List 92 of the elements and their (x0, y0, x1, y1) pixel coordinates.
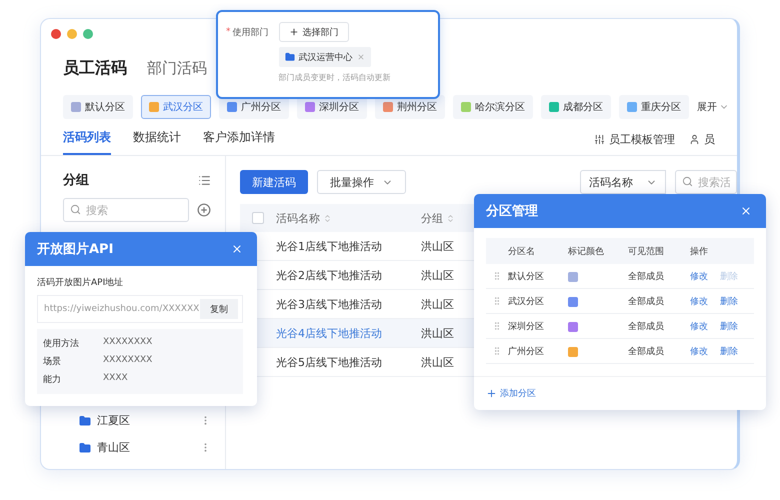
edit-link[interactable]: 修改 (690, 294, 708, 308)
copy-button[interactable]: 复制 (200, 299, 238, 319)
edit-link[interactable]: 修改 (690, 344, 708, 358)
list-tab[interactable]: 客户添加详情 (203, 129, 275, 155)
table-cell: 洪山区 (421, 326, 454, 340)
column-header: 分组 (421, 210, 443, 226)
table-cell-text: 光谷5店线下地推活动 (276, 354, 383, 370)
dialog-title: 分区管理 (486, 203, 538, 220)
folder-icon (79, 414, 91, 426)
partition-chip[interactable]: 成都分区 (541, 95, 611, 119)
folder-icon (79, 442, 91, 454)
drag-handle-icon[interactable] (492, 296, 502, 306)
page-tab[interactable]: 部门活码 (147, 58, 207, 78)
toolbar-link[interactable]: 员工模板管理 (594, 132, 675, 147)
toolbar-link[interactable]: 员 (689, 132, 715, 147)
table-cell-text: 武汉分区 (508, 296, 545, 308)
batch-dropdown[interactable]: 批量操作 (317, 170, 406, 194)
list-tab[interactable]: 数据统计 (133, 129, 181, 155)
group-item[interactable]: 青山区 (97, 440, 130, 455)
edit-link[interactable]: 修改 (690, 270, 708, 282)
partition-chip[interactable]: 武汉分区 (141, 95, 211, 119)
info-key: 能力 (43, 373, 103, 386)
close-icon[interactable] (231, 243, 243, 255)
column-header: 标记颜色 (568, 246, 605, 258)
table-cell-text: 光谷1店线下地推活动 (276, 238, 383, 254)
required-mark: * (226, 27, 230, 37)
add-icon[interactable] (197, 203, 211, 217)
table-cell-text: 光谷2店线下地推活动 (276, 268, 383, 282)
column-header: 操作 (690, 246, 709, 258)
table-cell-text: 全部成员 (628, 296, 665, 308)
checkbox[interactable] (252, 212, 264, 224)
table-cell-text: 广州分区 (508, 346, 545, 358)
column-header: 分区名 (508, 246, 536, 258)
select-department-button[interactable]: 选择部门 (278, 22, 348, 42)
dialog-title: 开放图片API (37, 241, 114, 258)
field-label: 使用部门 (232, 26, 268, 38)
table-cell-text: 默认分区 (508, 270, 545, 282)
delete-link[interactable]: 删除 (720, 344, 738, 358)
hint-text: 部门成员变更时，活码自动更新 (278, 72, 392, 83)
table-cell-text: 光谷3店线下地推活动 (276, 296, 383, 312)
expand-button[interactable]: 展开 (697, 95, 729, 119)
drag-handle-icon[interactable] (492, 271, 502, 281)
table-cell-text: 深圳分区 (508, 320, 545, 332)
close-icon[interactable] (740, 205, 752, 217)
plus-icon (288, 27, 298, 37)
drag-handle-icon[interactable] (492, 346, 502, 356)
column-header: 可见范围 (628, 246, 665, 258)
list-tab[interactable]: 活码列表 (63, 129, 111, 155)
group-item[interactable]: 江夏区 (97, 413, 130, 428)
minimize-dot-icon[interactable] (67, 29, 77, 39)
drag-handle-icon[interactable] (492, 321, 502, 331)
search-icon (70, 204, 81, 215)
info-value: XXXXXXXX (103, 337, 154, 349)
table-cell-text: 全部成员 (628, 270, 665, 282)
table-cell-text: 全部成员 (628, 346, 665, 358)
table-cell-text: 全部成员 (628, 320, 665, 332)
sort-icon[interactable] (446, 214, 455, 222)
table-cell: 洪山区 (421, 268, 454, 282)
group-title: 分组 (63, 172, 89, 189)
table-cell: 洪山区 (421, 354, 454, 370)
department-tag: 武汉运营中心 (278, 47, 370, 67)
partition-chip[interactable]: 哈尔滨分区 (453, 95, 533, 119)
delete-link[interactable]: 删除 (720, 294, 738, 308)
new-code-button[interactable]: 新建活码 (240, 170, 308, 194)
partition-chip[interactable]: 重庆分区 (619, 95, 689, 119)
info-value: XXXXXXXX (103, 355, 154, 367)
list-icon[interactable] (198, 174, 211, 186)
folder-icon (284, 52, 294, 62)
info-key: 使用方法 (43, 337, 103, 350)
info-value: XXXX (103, 373, 129, 385)
close-icon[interactable] (356, 53, 364, 61)
plus-icon (486, 388, 497, 399)
field-label: 活码开放图片API地址 (37, 276, 124, 289)
search-icon (682, 176, 693, 187)
add-partition-link[interactable]: 添加分区 (500, 387, 536, 400)
page-tab[interactable]: 员工活码 (63, 58, 127, 78)
person-icon (689, 134, 700, 145)
maximize-dot-icon[interactable] (83, 29, 93, 39)
info-key: 场景 (43, 355, 103, 368)
delete-link[interactable]: 删除 (720, 320, 738, 332)
table-cell: 洪山区 (421, 238, 454, 254)
sort-icon[interactable] (323, 214, 332, 222)
partition-chip[interactable]: 默认分区 (63, 95, 133, 119)
column-header: 活码名称 (276, 210, 320, 226)
table-cell: 洪山区 (421, 296, 454, 312)
filter-select[interactable]: 活码名称 (580, 170, 666, 194)
table-cell-text: 光谷4店线下地推活动 (276, 326, 383, 340)
search-field[interactable]: 搜索 (63, 198, 189, 222)
edit-link[interactable]: 修改 (690, 320, 708, 332)
url-field[interactable]: https://yiweizhushou.com/XXXXXX 复制 (37, 295, 243, 323)
sliders-icon (594, 134, 605, 145)
close-dot-icon[interactable] (51, 29, 61, 39)
